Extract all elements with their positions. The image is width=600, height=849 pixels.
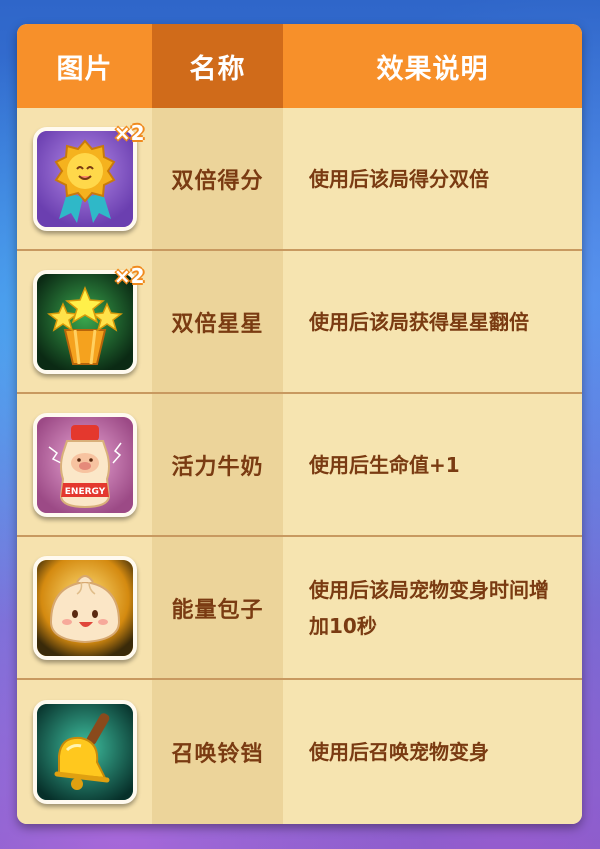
table-row: ENERGY 活力牛奶 使用后生命值+1 (17, 394, 582, 537)
summon-bell-icon (32, 700, 137, 804)
item-effect: 使用后召唤宠物变身 (283, 680, 582, 824)
multiplier-badge: ×2 (113, 120, 145, 145)
item-name: 召唤铃铛 (152, 680, 283, 824)
double-stars-icon: ×2 (32, 264, 145, 374)
item-name: 双倍星星 (152, 251, 283, 392)
item-effect: 使用后该局获得星星翻倍 (283, 251, 582, 392)
energy-label: ENERGY (64, 487, 105, 497)
header-image: 图片 (17, 24, 152, 108)
props-table: 图片 名称 效果说明 ×2 双倍得分 使用后该局得分双倍 ×2 双倍星星 使用后… (17, 24, 582, 824)
table-header: 图片 名称 效果说明 (17, 24, 582, 108)
item-name: 活力牛奶 (152, 394, 283, 535)
item-name: 能量包子 (152, 537, 283, 678)
item-effect: 使用后该局宠物变身时间增加10秒 (283, 537, 582, 678)
header-name: 名称 (152, 24, 283, 108)
table-row: 召唤铃铛 使用后召唤宠物变身 (17, 680, 582, 824)
item-effect: 使用后该局得分双倍 (283, 108, 582, 249)
energy-milk-bottle-icon: ENERGY (32, 412, 137, 517)
item-name: 双倍得分 (152, 108, 283, 249)
multiplier-badge: ×2 (113, 263, 145, 288)
table-row: ×2 双倍得分 使用后该局得分双倍 (17, 108, 582, 251)
item-effect: 使用后生命值+1 (283, 394, 582, 535)
double-score-medal-icon: ×2 (32, 121, 145, 231)
energy-bun-icon (32, 555, 137, 660)
table-row: 能量包子 使用后该局宠物变身时间增加10秒 (17, 537, 582, 680)
table-row: ×2 双倍星星 使用后该局获得星星翻倍 (17, 251, 582, 394)
header-effect: 效果说明 (283, 24, 582, 108)
